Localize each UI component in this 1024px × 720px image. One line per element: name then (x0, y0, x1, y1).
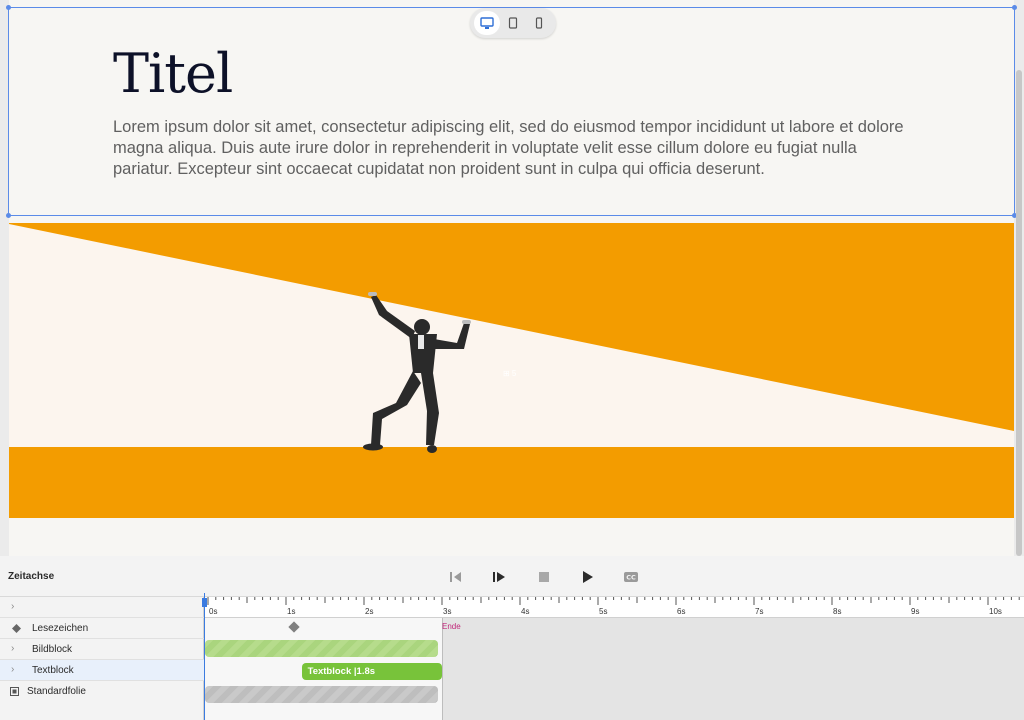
closed-captions-icon: CC (624, 572, 638, 582)
stop-button[interactable] (535, 568, 553, 586)
track-default-slide[interactable]: Standardfolie (0, 681, 204, 702)
resize-handle-top-right[interactable] (1012, 5, 1017, 10)
track-labels-panel: › Lesezeichen › Bildblock › Textblock St… (0, 597, 204, 720)
ruler-tick-label: 10s (989, 607, 1002, 616)
ruler-tick-label: 4s (521, 607, 529, 616)
slide-title[interactable]: Titel (113, 42, 233, 105)
playhead-line[interactable] (204, 593, 205, 720)
image-block-bar[interactable] (205, 640, 438, 657)
play-from-start-icon (493, 572, 505, 582)
time-ruler[interactable]: 0s 1s 2s 3s 4s 5s 6s 7s 8s 9s 10s (204, 597, 1024, 618)
playhead-handle[interactable] (202, 598, 207, 607)
ruler-tick-label: 5s (599, 607, 607, 616)
time-ruler-ticks: 0s 1s 2s 3s 4s 5s 6s 7s 8s 9s 10s (207, 597, 1020, 616)
image-placeholder-marker: ⊞ 5 (503, 369, 517, 378)
resize-handle-top-left[interactable] (6, 5, 11, 10)
slide-stage: Titel Lorem ipsum dolor sit amet, consec… (0, 0, 1024, 556)
track-text-block[interactable]: › Textblock (0, 660, 204, 681)
ruler-tick-label: 2s (365, 607, 373, 616)
ruler-row-header: › (0, 597, 204, 618)
ruler-tick-label: 9s (911, 607, 919, 616)
ruler-tick-label: 8s (833, 607, 841, 616)
chevron-right-icon[interactable]: › (11, 601, 14, 612)
chevron-right-icon[interactable]: › (11, 664, 14, 675)
resize-handle-bottom-left[interactable] (6, 213, 11, 218)
track-bookmarks[interactable]: Lesezeichen (0, 618, 204, 639)
track-label-text-block: Textblock (32, 665, 74, 676)
ruler-tick-label: 0s (209, 607, 217, 616)
step-back-icon (450, 572, 461, 582)
timeline-panel: Zeitachse CC › Lesezeichen › Bildblock ›… (0, 556, 1024, 720)
phone-view-button[interactable] (526, 11, 552, 35)
ruler-tick-label: 7s (755, 607, 763, 616)
default-slide-bar[interactable] (205, 686, 438, 703)
stop-icon (539, 572, 549, 582)
slide-end-label: Ende (442, 622, 461, 631)
tablet-icon (508, 17, 518, 29)
ruler-tick-label: 1s (287, 607, 295, 616)
chevron-right-icon[interactable]: › (11, 643, 14, 654)
timeline-header: Zeitachse CC (0, 556, 1024, 597)
device-preview-switcher (470, 8, 556, 38)
track-label-default-slide: Standardfolie (27, 686, 86, 697)
ruler-tick-label: 6s (677, 607, 685, 616)
desktop-icon (480, 16, 494, 29)
bookmark-diamond-icon (12, 624, 21, 633)
track-image-block[interactable]: › Bildblock (0, 639, 204, 660)
ruler-tick-label: 3s (443, 607, 451, 616)
canvas-scrollbar[interactable] (1016, 70, 1022, 556)
play-from-start-button[interactable] (490, 568, 508, 586)
tablet-view-button[interactable] (500, 11, 526, 35)
closed-captions-button[interactable]: CC (622, 568, 640, 586)
track-label-bookmarks: Lesezeichen (32, 623, 89, 634)
timeline-title: Zeitachse (8, 571, 55, 582)
step-back-button[interactable] (447, 568, 465, 586)
phone-icon (535, 17, 543, 29)
text-block-selected[interactable] (6, 5, 1017, 218)
track-label-image-block: Bildblock (32, 644, 73, 655)
text-block-bar[interactable]: Textblock |1.8s (301, 663, 442, 680)
desktop-view-button[interactable] (474, 11, 500, 35)
slide-icon (10, 687, 19, 696)
play-button[interactable] (579, 568, 597, 586)
svg-text:CC: CC (626, 574, 636, 582)
track-area: Ende Textblock |1.8s (204, 618, 1024, 720)
slide-body-text[interactable]: Lorem ipsum dolor sit amet, consectetur … (113, 117, 913, 180)
play-icon (583, 571, 593, 583)
slide-end-marker[interactable] (442, 618, 443, 720)
